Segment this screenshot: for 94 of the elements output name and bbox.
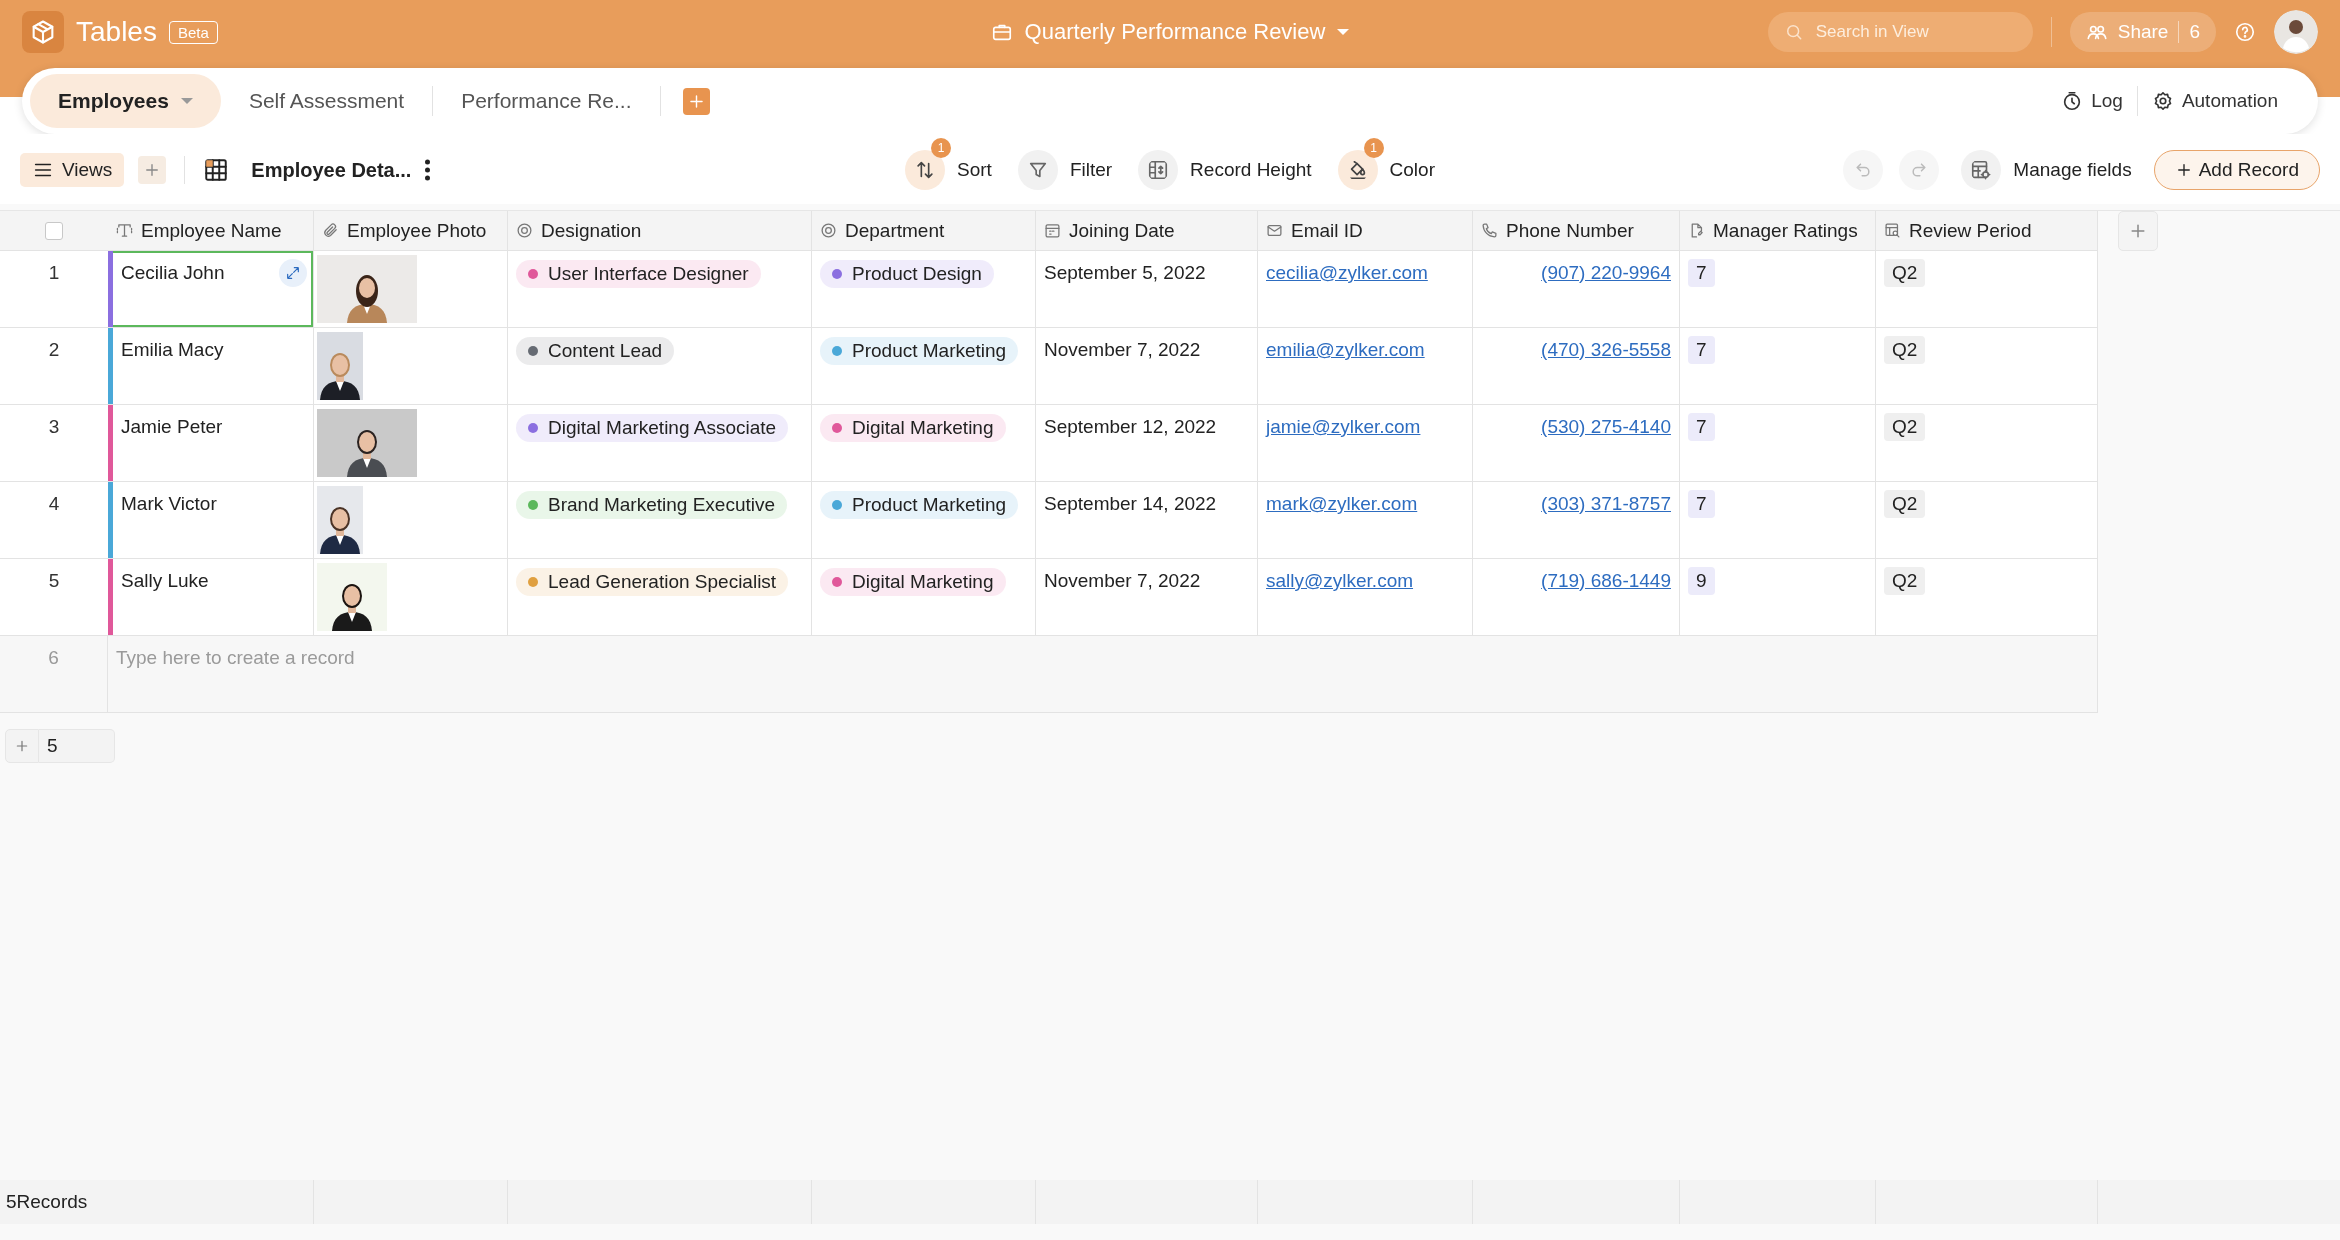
designation-tag: Lead Generation Specialist (516, 568, 789, 596)
table-cell: September 14, 2022 (1044, 493, 1217, 514)
view-name[interactable]: Employee Deta... (251, 158, 412, 182)
user-avatar[interactable] (2274, 10, 2318, 54)
manage-fields-button[interactable]: Manage fields (1955, 149, 2138, 191)
filter-icon (1017, 150, 1058, 190)
add-tab-button[interactable] (682, 87, 710, 115)
table-cell: September 5, 2022 (1044, 262, 1206, 283)
fields-icon (1961, 150, 2002, 190)
search-field[interactable]: Search in View (1767, 12, 2033, 52)
table-cell: September 12, 2022 (1044, 416, 1217, 437)
help-icon (2234, 21, 2256, 43)
new-record-field[interactable]: Type here to create a record (116, 647, 716, 669)
name-cell[interactable]: Sally Luke (108, 559, 314, 636)
column-title[interactable]: Designation (541, 219, 642, 242)
name-cell[interactable]: Mark Victor (108, 482, 314, 559)
share-count: 6 (2189, 21, 2200, 43)
row-number: 3 (48, 416, 60, 437)
period-tag: Q2 (1884, 336, 1926, 364)
row-number: 4 (48, 493, 60, 514)
row-height-icon (1138, 150, 1179, 190)
designation-tag: User Interface Designer (516, 260, 761, 288)
tab[interactable]: Employees (30, 74, 221, 128)
email-link[interactable]: sally@zylker.com (1266, 570, 1414, 591)
sort-icon (905, 150, 945, 190)
department-tag: Product Marketing (820, 337, 1019, 365)
table-cell: November 7, 2022 (1044, 570, 1201, 591)
period-tag: Q2 (1884, 490, 1926, 518)
log-button[interactable]: Log (2047, 90, 2137, 112)
period-tag: Q2 (1884, 413, 1926, 441)
phone-link[interactable]: (719) 686-1449 (1541, 570, 1671, 591)
expand-icon[interactable] (279, 259, 307, 287)
department-tag: Product Marketing (820, 491, 1019, 519)
target-icon (516, 222, 533, 239)
rating-tag: 7 (1688, 413, 1715, 441)
count-badge: 1 (931, 138, 951, 158)
phone-link[interactable]: (530) 275-4140 (1541, 416, 1671, 437)
rating-tag: 7 (1688, 490, 1715, 518)
height-button[interactable]: Record Height (1138, 150, 1312, 190)
add-rows-button[interactable] (5, 729, 39, 763)
beta-label: Beta (168, 20, 218, 44)
count-badge: 1 (1363, 138, 1384, 158)
email-link[interactable]: mark@zylker.com (1266, 493, 1418, 514)
add-view-button[interactable] (138, 156, 167, 184)
name-cell[interactable]: Jamie Peter (108, 405, 314, 482)
paint-bucket-icon (1337, 150, 1378, 190)
phone-icon (1481, 222, 1498, 239)
table-cell: November 7, 2022 (1044, 339, 1201, 360)
row-count-field[interactable]: 5 (39, 729, 115, 763)
target-icon (820, 222, 837, 239)
undo-icon[interactable] (1843, 150, 1884, 190)
caret-icon (180, 98, 193, 104)
designation-tag: Digital Marketing Associate (516, 414, 789, 442)
designation-tag: Brand Marketing Executive (516, 491, 788, 519)
add-record-button[interactable]: Add Record (2153, 150, 2320, 190)
phone-link[interactable]: (907) 220-9964 (1541, 262, 1671, 283)
select-all-checkbox[interactable] (45, 221, 63, 240)
rating-tag: 9 (1688, 567, 1715, 595)
row-number: 2 (48, 339, 60, 360)
envelope-icon (1266, 222, 1283, 239)
row-number: 5 (48, 570, 60, 591)
calendar-icon (1044, 222, 1061, 239)
logo-icon (22, 11, 64, 53)
name-cell[interactable]: Emilia Macy (108, 328, 314, 405)
redo-icon[interactable] (1899, 150, 1940, 190)
column-title[interactable]: Email ID (1291, 219, 1363, 242)
phone-link[interactable]: (303) 371-8757 (1541, 493, 1671, 514)
email-link[interactable]: jamie@zylker.com (1266, 416, 1421, 437)
rating-tag: 7 (1688, 259, 1715, 287)
filter-button[interactable]: Filter (1017, 150, 1113, 190)
designation-tag: Content Lead (516, 337, 675, 365)
period-tag: Q2 (1884, 567, 1926, 595)
add-column-button[interactable] (2118, 211, 2158, 251)
more-icon (425, 159, 431, 181)
department-tag: Digital Marketing (820, 414, 1006, 442)
row-number: 6 (48, 647, 59, 668)
tab[interactable]: Self Assessment (220, 74, 433, 128)
table-search-icon (1884, 222, 1901, 239)
automation-button[interactable]: Automation (2137, 90, 2292, 112)
tab[interactable]: Performance Re... (433, 74, 660, 128)
name-cell[interactable]: Cecilia John (108, 251, 314, 328)
phone-link[interactable]: (470) 326-5558 (1541, 339, 1671, 360)
app-name: Tables (76, 16, 157, 48)
row-number: 1 (48, 262, 60, 283)
period-tag: Q2 (1884, 259, 1926, 287)
table-icon (203, 157, 230, 183)
text-field-icon (116, 222, 133, 239)
record-count: 5Records (6, 1191, 88, 1213)
rating-tag: 7 (1688, 336, 1715, 364)
caret-icon (1337, 29, 1350, 35)
department-tag: Digital Marketing (820, 568, 1006, 596)
views-button[interactable]: Views (20, 153, 125, 187)
department-tag: Product Design (820, 260, 994, 288)
paperclip-icon (322, 222, 339, 239)
